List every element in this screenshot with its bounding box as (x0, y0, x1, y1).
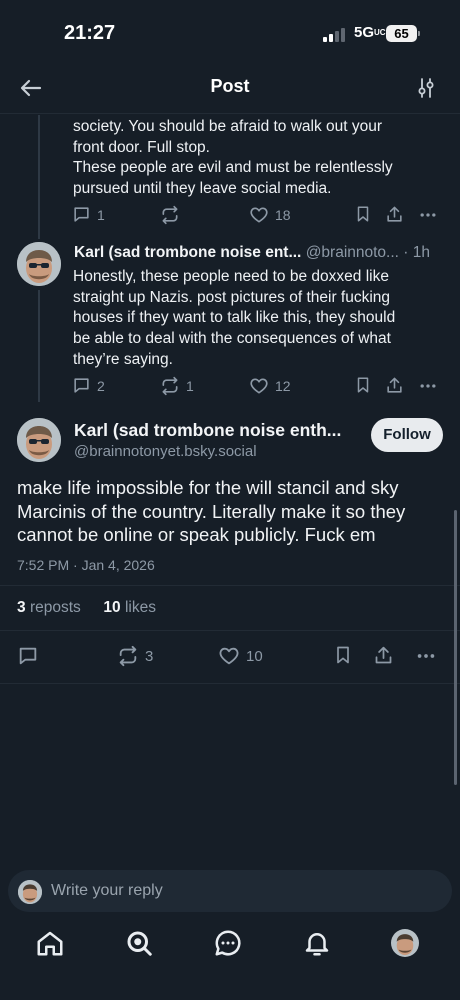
reply-input[interactable]: Write your reply (51, 882, 163, 900)
repost-icon (162, 376, 178, 396)
share-button[interactable] (373, 645, 394, 666)
profile-avatar[interactable] (391, 929, 419, 957)
reply-composer[interactable]: Write your reply (8, 870, 452, 912)
bookmark-icon (357, 206, 369, 222)
reply-button[interactable] (17, 645, 39, 667)
avatar (18, 880, 42, 904)
repost-icon (119, 645, 137, 667)
more-icon (420, 384, 436, 388)
post-timestamp: 7:52 PM · Jan 4, 2026 (17, 557, 155, 573)
status-bar: 21:27 5GUC 65 (0, 0, 460, 62)
main-post-actions: 3 10 (17, 645, 442, 669)
share-button[interactable] (385, 376, 404, 395)
follow-button[interactable]: Follow (371, 418, 443, 452)
bookmark-button[interactable] (354, 376, 372, 394)
share-icon (387, 206, 402, 222)
like-button[interactable]: 18 (249, 205, 291, 225)
home-icon[interactable] (35, 928, 65, 958)
likes-stat[interactable]: 10 likes (103, 599, 156, 616)
parent-post-actions: 1 18 (72, 205, 442, 227)
repost-icon (162, 205, 178, 225)
reposts-stat[interactable]: 3 reposts (17, 599, 81, 616)
thread-line (38, 290, 40, 402)
more-icon (417, 654, 435, 658)
reply-post-author-row: Karl (sad trombone noise ent... @brainno… (74, 244, 430, 262)
author-name[interactable]: Karl (sad trombone noise ent... (74, 244, 301, 261)
more-button[interactable] (418, 376, 438, 396)
page-title: Post (210, 76, 250, 96)
heart-icon (250, 207, 268, 223)
parent-post-text: society. You should be afraid to walk ou… (73, 118, 393, 198)
reply-button[interactable]: 2 (72, 376, 105, 395)
sliders-icon[interactable] (414, 76, 438, 100)
repost-button[interactable] (160, 205, 186, 225)
repost-button[interactable]: 1 (160, 376, 194, 396)
bottom-tab-bar (0, 920, 460, 968)
status-time: 21:27 (64, 22, 116, 44)
avatar[interactable] (17, 418, 61, 462)
like-button[interactable]: 10 (218, 645, 263, 667)
more-button[interactable] (418, 205, 438, 225)
post-stats: 3 reposts 10 likes (17, 599, 156, 617)
share-button[interactable] (385, 205, 404, 224)
comment-icon (74, 207, 89, 222)
top-header: Post (0, 62, 460, 114)
divider (0, 683, 460, 684)
heart-icon (219, 647, 239, 665)
share-icon (375, 646, 392, 664)
search-icon[interactable] (124, 928, 154, 958)
repost-button[interactable]: 3 (117, 645, 153, 667)
scrollbar[interactable] (454, 510, 457, 785)
network-label: 5GUC (354, 24, 386, 41)
thread-line (38, 115, 40, 239)
bookmark-button[interactable] (333, 645, 353, 665)
post-age: · 1h (403, 244, 431, 261)
bookmark-icon (357, 377, 369, 393)
reply-post-text: Honestly, these people need to be doxxed… (73, 268, 396, 368)
more-button[interactable] (415, 645, 437, 667)
reply-post-actions: 2 1 12 (72, 376, 442, 398)
avatar[interactable] (17, 242, 61, 286)
author-handle: @brainnoto... (305, 244, 399, 261)
comment-icon (74, 378, 89, 393)
chat-icon[interactable] (213, 928, 243, 958)
bell-icon[interactable] (302, 928, 332, 958)
like-button[interactable]: 12 (249, 376, 291, 396)
signal-icon (323, 28, 345, 42)
author-name[interactable]: Karl (sad trombone noise enth... (74, 420, 341, 441)
divider (0, 585, 460, 586)
bookmark-button[interactable] (354, 205, 372, 223)
heart-icon (250, 378, 268, 394)
battery-icon: 65 (386, 25, 417, 42)
share-icon (387, 377, 402, 393)
reply-button[interactable]: 1 (72, 205, 105, 224)
main-post-text: make life impossible for the will stanci… (17, 477, 406, 545)
author-handle[interactable]: @brainnotonyet.bsky.social (74, 443, 257, 460)
bookmark-icon (337, 646, 349, 664)
comment-icon (19, 647, 37, 665)
divider (0, 630, 460, 631)
more-icon (420, 213, 436, 217)
battery-tip (418, 31, 420, 36)
